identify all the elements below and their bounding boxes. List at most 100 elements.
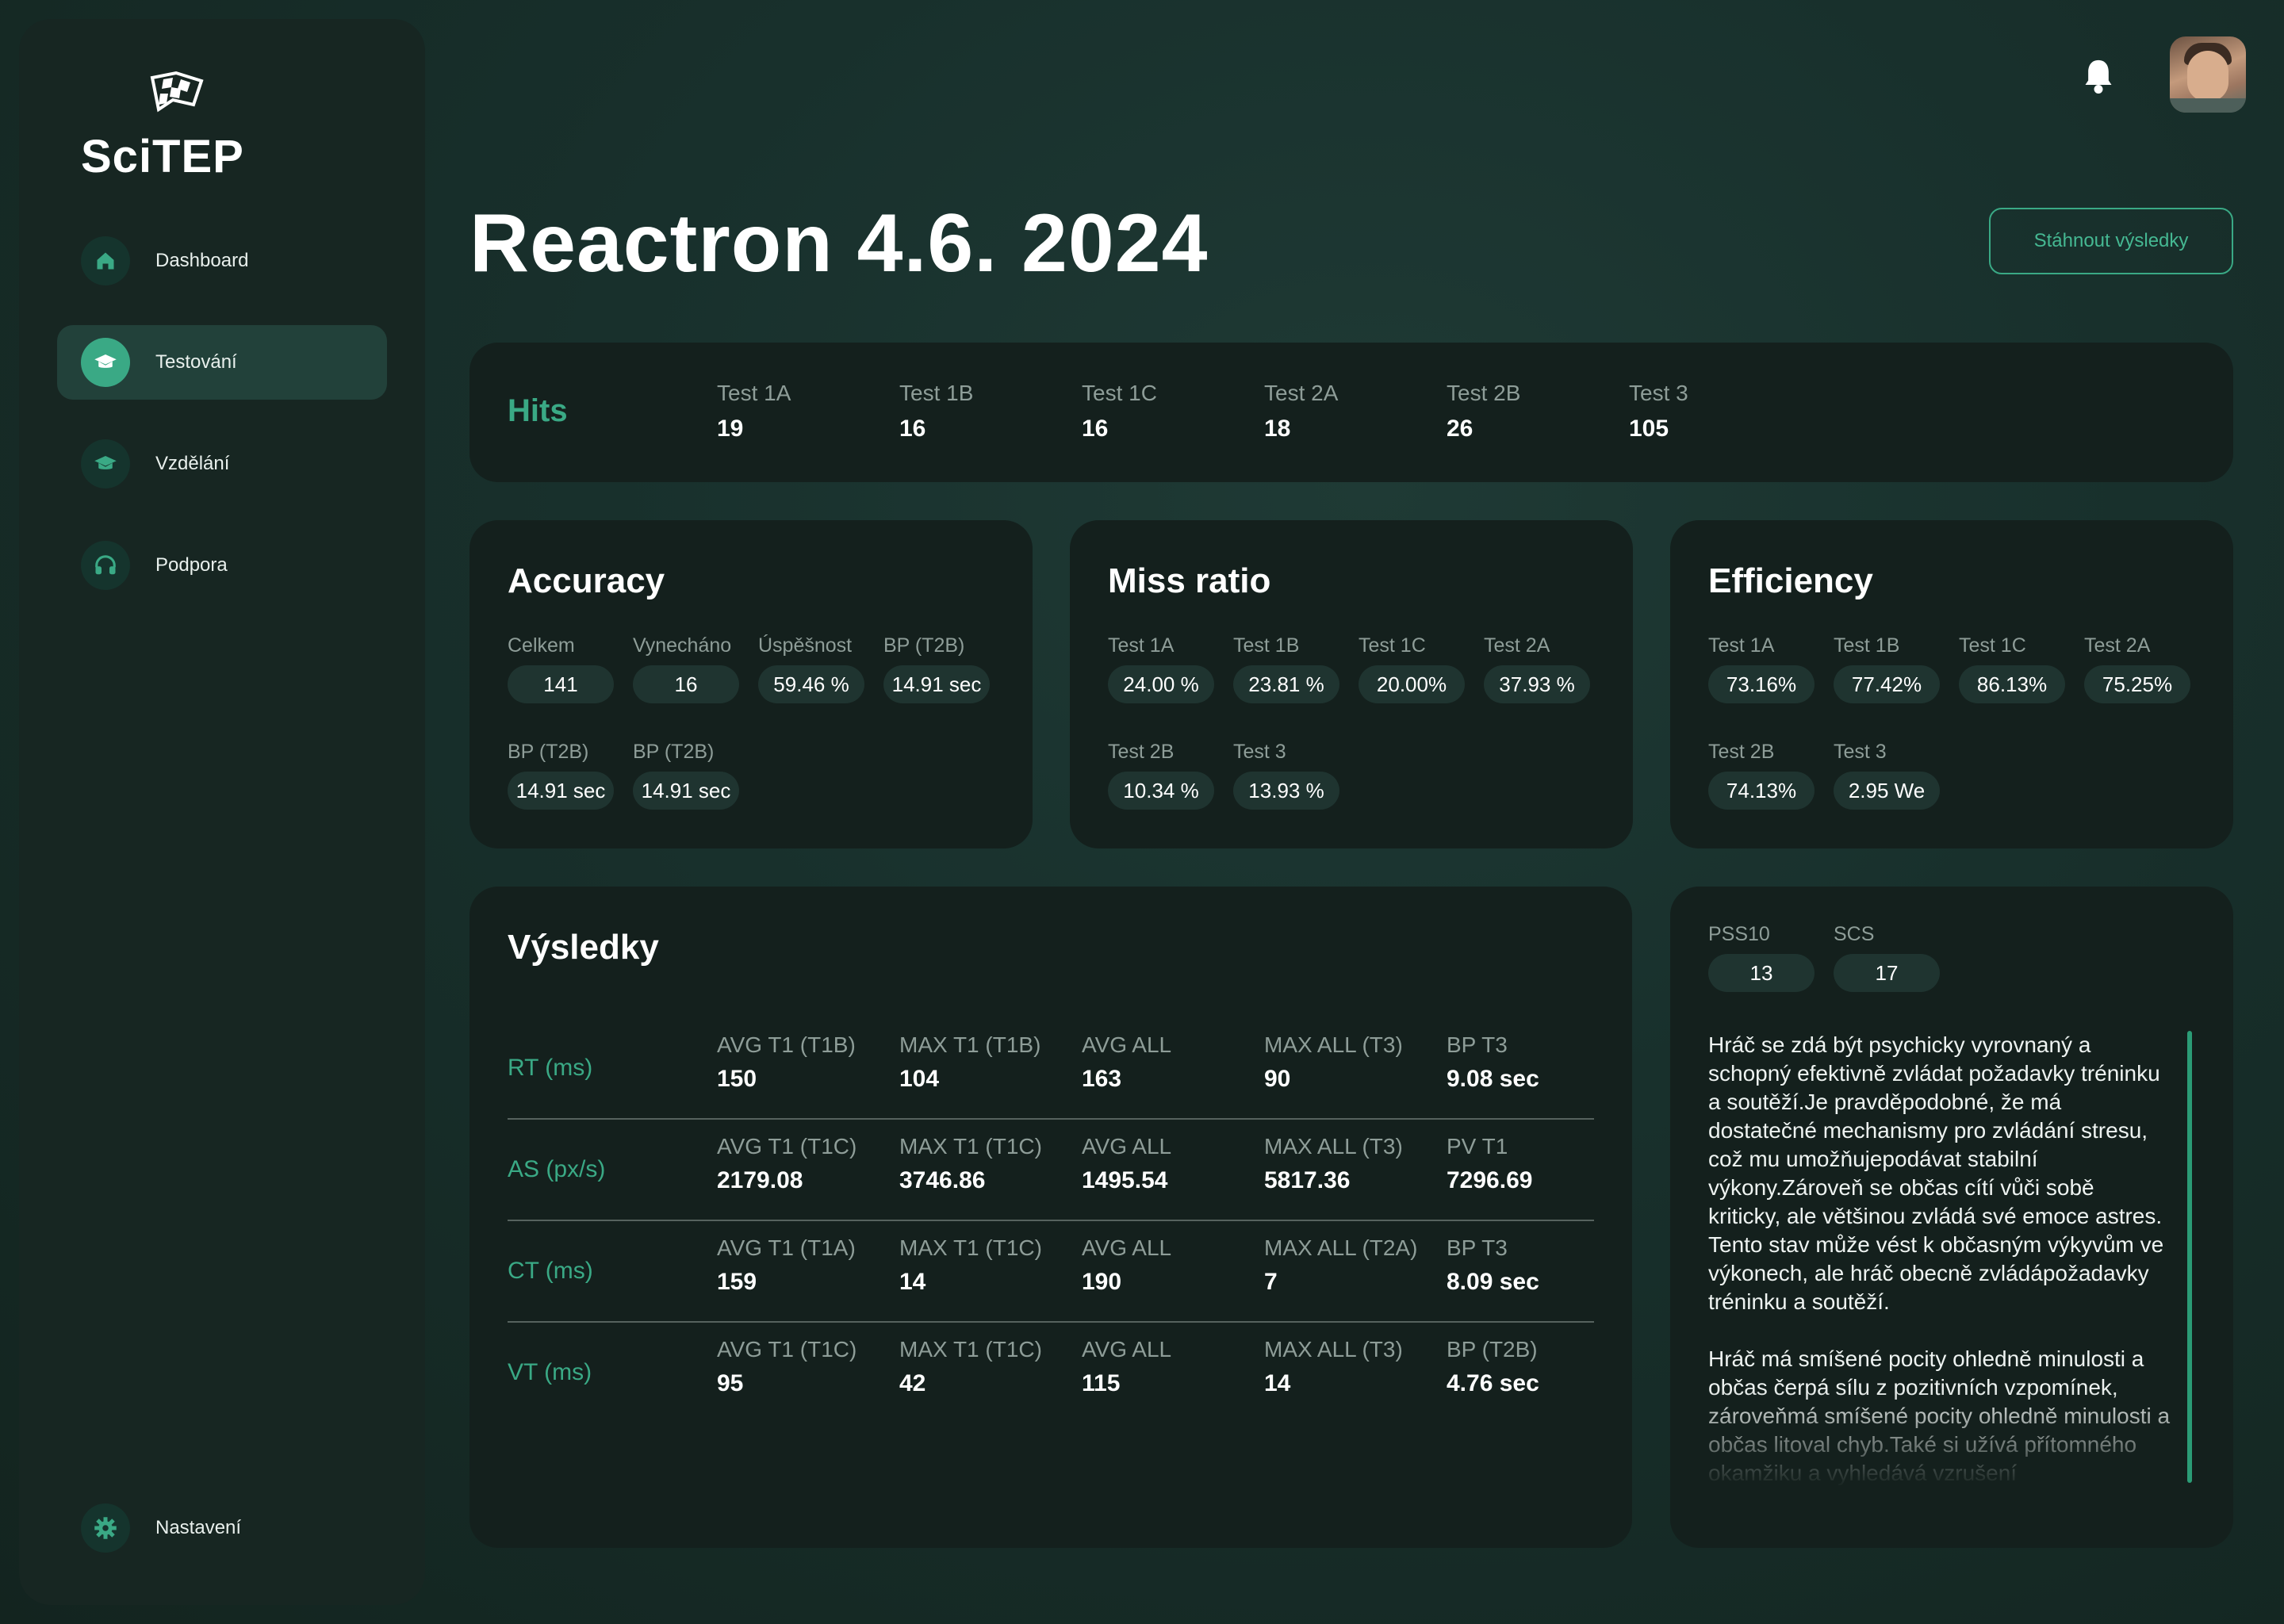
gear-icon: [81, 1503, 130, 1553]
results-cell: MAX ALL (T3) 5817.36: [1264, 1134, 1403, 1193]
card-title: Výsledky: [508, 928, 659, 967]
sidebar-item-podpora[interactable]: Podpora: [57, 528, 387, 603]
results-cell: MAX ALL (T2A) 7: [1264, 1235, 1418, 1295]
assessment-text[interactable]: Hráč se zdá být psychicky vyrovnaný a sc…: [1708, 1031, 2171, 1488]
results-cell: AVG ALL 1495.54: [1082, 1134, 1172, 1193]
psychology-card: PSS10 13 SCS 17 Hráč se zdá být psychicky …: [1670, 887, 2233, 1548]
card-title: Accuracy: [508, 561, 665, 600]
results-cell: AVG T1 (T1A) 159: [717, 1235, 856, 1295]
sidebar-item-dashboard[interactable]: Dashboard: [57, 224, 387, 298]
results-cell: AVG T1 (T1B) 150: [717, 1032, 856, 1092]
value-pill: 75.25%: [2084, 665, 2190, 703]
metric-item: Test 1C 86.13%: [1959, 634, 2065, 703]
metric-item: BP (T2B) 14.91 sec: [508, 741, 614, 810]
value-pill: 14.91 sec: [508, 772, 614, 810]
results-cell: MAX T1 (T1C) 3746.86: [899, 1134, 1042, 1193]
sidebar-item-label: Podpora: [155, 554, 228, 576]
results-cell: MAX ALL (T3) 14: [1264, 1337, 1403, 1396]
hits-item: Test 3 105: [1629, 381, 1688, 442]
metric-item: Test 1A 24.00 %: [1108, 634, 1214, 703]
score-item: SCS 17: [1834, 923, 1940, 992]
hits-item: Test 2A 18: [1264, 381, 1339, 442]
hits-item: Test 1B 16: [899, 381, 974, 442]
metric-item: Test 2A 75.25%: [2084, 634, 2190, 703]
hits-item: Test 1A 19: [717, 381, 791, 442]
accuracy-card: Accuracy Celkem 141 Vynecháno 16 Úspěšnost…: [469, 520, 1033, 848]
sidebar-item-testovani[interactable]: Testování: [57, 325, 387, 400]
download-results-button[interactable]: Stáhnout výsledky: [1989, 208, 2233, 274]
score-item: PSS10 13: [1708, 923, 1815, 992]
miss-ratio-card: Miss ratio Test 1A 24.00 % Test 1B 23.81 %…: [1070, 520, 1633, 848]
results-cell: AVG T1 (T1C) 95: [717, 1337, 857, 1396]
metric-item: Test 3 13.93 %: [1233, 741, 1339, 810]
row-metric-name: AS (px/s): [508, 1156, 606, 1182]
value-pill: 59.46 %: [758, 665, 864, 703]
scrollbar[interactable]: [2187, 1031, 2192, 1483]
results-card: Výsledky RT (ms) AVG T1 (T1B) 150 MAX T1 …: [469, 887, 1632, 1548]
metric-item: Test 1B 77.42%: [1834, 634, 1940, 703]
page-title: Reactron 4.6. 2024: [469, 197, 1209, 289]
assessment-paragraph: Hráč má smíšené pocity ohledně minulosti…: [1708, 1346, 2171, 1485]
metric-item: Test 2B 74.13%: [1708, 741, 1815, 810]
home-icon: [81, 236, 130, 285]
value-pill: 2.95 We: [1834, 772, 1940, 810]
sidebar: SciTEP Dashboard Testování Vzdělání Podp…: [19, 19, 425, 1605]
metric-item: Vynecháno 16: [633, 634, 739, 703]
value-pill: 74.13%: [1708, 772, 1815, 810]
results-row: CT (ms) AVG T1 (T1A) 159 MAX T1 (T1C) 14 A…: [508, 1221, 1594, 1323]
headphones-icon: [81, 541, 130, 590]
results-cell: AVG ALL 163: [1082, 1032, 1172, 1092]
value-pill: 77.42%: [1834, 665, 1940, 703]
results-cell: MAX ALL (T3) 90: [1264, 1032, 1403, 1092]
results-cell: MAX T1 (T1B) 104: [899, 1032, 1041, 1092]
results-row: VT (ms) AVG T1 (T1C) 95 MAX T1 (T1C) 42 AV…: [508, 1323, 1594, 1424]
value-pill: 37.93 %: [1484, 665, 1590, 703]
value-pill: 141: [508, 665, 614, 703]
value-pill: 20.00%: [1359, 665, 1465, 703]
sidebar-item-label: Vzdělání: [155, 453, 230, 474]
logo-text: SciTEP: [81, 131, 244, 182]
card-title: Miss ratio: [1108, 561, 1271, 600]
bell-icon[interactable]: [2081, 57, 2116, 95]
results-cell: AVG T1 (T1C) 2179.08: [717, 1134, 857, 1193]
hits-item: Test 1C 16: [1082, 381, 1157, 442]
graduation-cap-icon: [81, 439, 130, 488]
value-pill: 10.34 %: [1108, 772, 1214, 810]
assessment-paragraph: Hráč se zdá být psychicky vyrovnaný a sc…: [1708, 1032, 2164, 1314]
results-cell: BP T3 8.09 sec: [1447, 1235, 1539, 1295]
value-pill: 13: [1708, 954, 1815, 992]
metric-item: BP (T2B) 14.91 sec: [883, 634, 990, 703]
hits-label: Hits: [508, 393, 568, 428]
metric-item: Test 1A 73.16%: [1708, 634, 1815, 703]
metric-item: Test 1B 23.81 %: [1233, 634, 1339, 703]
sidebar-item-label: Testování: [155, 351, 237, 373]
metric-item: Test 2B 10.34 %: [1108, 741, 1214, 810]
sidebar-item-label: Nastavení: [155, 1517, 242, 1538]
value-pill: 17: [1834, 954, 1940, 992]
card-title: Efficiency: [1708, 561, 1873, 600]
avatar[interactable]: [2170, 36, 2246, 113]
hits-item: Test 2B 26: [1447, 381, 1521, 442]
hits-card: Hits Test 1A 19 Test 1B 16 Test 1C 16 Te…: [469, 343, 2233, 482]
metric-item: Test 2A 37.93 %: [1484, 634, 1590, 703]
metric-item: Test 3 2.95 We: [1834, 741, 1940, 810]
metric-item: Test 1C 20.00%: [1359, 634, 1465, 703]
sidebar-item-nastaveni[interactable]: Nastavení: [57, 1491, 387, 1565]
value-pill: 14.91 sec: [883, 665, 990, 703]
row-metric-name: VT (ms): [508, 1359, 592, 1385]
value-pill: 13.93 %: [1233, 772, 1339, 810]
metric-item: BP (T2B) 14.91 sec: [633, 741, 739, 810]
row-metric-name: RT (ms): [508, 1055, 593, 1081]
row-metric-name: CT (ms): [508, 1258, 593, 1284]
results-cell: MAX T1 (T1C) 42: [899, 1337, 1042, 1396]
value-pill: 24.00 %: [1108, 665, 1214, 703]
results-cell: BP T3 9.08 sec: [1447, 1032, 1539, 1092]
results-cell: AVG ALL 190: [1082, 1235, 1172, 1295]
value-pill: 14.91 sec: [633, 772, 739, 810]
sidebar-item-vzdelani[interactable]: Vzdělání: [57, 427, 387, 501]
results-row: RT (ms) AVG T1 (T1B) 150 MAX T1 (T1B) 104 …: [508, 1018, 1594, 1120]
metric-item: Celkem 141: [508, 634, 614, 703]
metric-item: Úspěšnost 59.46 %: [758, 634, 864, 703]
efficiency-card: Efficiency Test 1A 73.16% Test 1B 77.42% T…: [1670, 520, 2233, 848]
sidebar-item-label: Dashboard: [155, 250, 249, 271]
